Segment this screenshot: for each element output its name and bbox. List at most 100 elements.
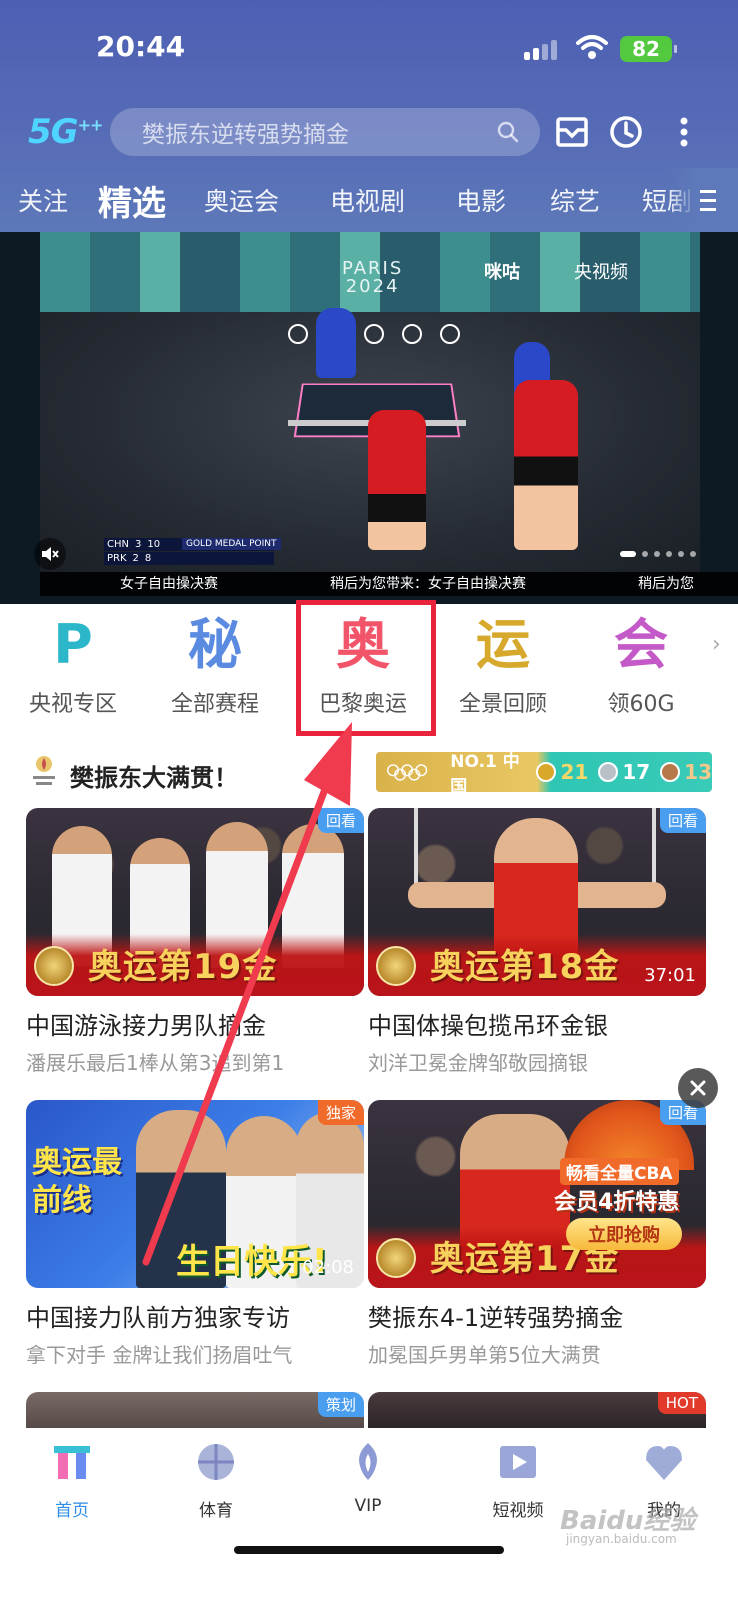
mute-button[interactable]: [34, 538, 66, 570]
search-placeholder: 樊振东逆转强势摘金: [142, 122, 349, 148]
video-thumbnail[interactable]: 奥运第19金 回看: [26, 808, 364, 996]
gold-count: 21: [560, 760, 589, 784]
ring-strap: [652, 808, 656, 888]
gold-medal-point-label: GOLD MEDAL POINT: [182, 538, 281, 550]
status-time: 20:44: [96, 30, 186, 63]
card-subtitle: 刘洋卫冕金牌邹敬园摘银: [368, 1051, 588, 1075]
vip-icon: [359, 1443, 377, 1480]
quicknav-label: 全景回顾: [458, 692, 547, 717]
search-bar[interactable]: 樊振东逆转强势摘金: [110, 108, 540, 156]
baidu-watermark-url: jingyan.baidu.com: [566, 1532, 677, 1546]
quicknav-label: 全部赛程: [170, 692, 259, 717]
quicknav-all-schedule[interactable]: 秘 全部赛程: [150, 614, 280, 718]
tab-following[interactable]: 关注: [18, 182, 68, 218]
silver-medal-count: 17: [598, 760, 650, 784]
promo-mid: 会员4折特惠: [554, 1190, 680, 1215]
olympic-rings-icon: [288, 324, 460, 344]
tab-vip[interactable]: VIP: [308, 1440, 428, 1516]
hero-video-banner[interactable]: PARIS 2024 咪咕 央视频 CHN 3 10 PRK 2 8 GOLD MEDAL…: [0, 232, 738, 604]
inbox-icon[interactable]: [552, 112, 592, 152]
olympic-rings-icon: [387, 764, 428, 781]
bronze-count: 13: [684, 760, 712, 784]
category-tabs: 关注 精选 奥运会 电视剧 电影 综艺 短剧: [0, 168, 738, 232]
battery-level: 82: [632, 37, 660, 61]
5g-logo[interactable]: 5G++: [28, 112, 103, 152]
point-score: 10: [147, 539, 161, 550]
video-card-planned[interactable]: 策划: [26, 1392, 364, 1428]
schedule-icon: 秘: [188, 613, 242, 676]
tab-label: 体育: [199, 1501, 233, 1521]
cellular-signal-icon: [524, 40, 560, 60]
chevron-right-icon[interactable]: ›: [712, 632, 721, 657]
card-title: 中国游泳接力男队摘金: [26, 1012, 266, 1040]
card-subtitle: 加冕国乒男单第5位大满贯: [368, 1343, 601, 1367]
medal-table-banner[interactable]: NO.1 中国 21 17 13: [376, 752, 712, 797]
gold-medal-icon: [536, 762, 557, 782]
annotation-highlight-box: [296, 600, 436, 736]
score-row: PRK 2 8: [104, 552, 274, 565]
player-red-2: [514, 380, 578, 550]
set-score: 3: [134, 539, 142, 550]
video-card-relay-interview[interactable]: 奥运最前线 生日快乐! 02:08 独家 中国接力队前方独家专访 拿下对手 金牌…: [26, 1100, 364, 1368]
tab-tv-series[interactable]: 电视剧: [330, 182, 405, 218]
tabs-more-button[interactable]: [668, 168, 738, 232]
promo-top: 畅看全量CBA: [560, 1158, 679, 1185]
5g-logo-text: 5G: [28, 112, 79, 152]
hot-badge: HOT: [657, 1392, 706, 1414]
tab-home[interactable]: 首页: [12, 1440, 132, 1521]
sports-icon: [198, 1444, 234, 1480]
quicknav-label: 领60G: [607, 692, 675, 717]
silver-medal-icon: [598, 762, 619, 782]
tab-featured[interactable]: 精选: [98, 176, 166, 225]
exclusive-badge: 独家: [317, 1100, 364, 1125]
promo-buy-button[interactable]: 立即抢购: [566, 1218, 682, 1250]
player-blue-1: [316, 308, 356, 378]
medal-rank: NO.1 中国: [450, 752, 520, 797]
video-duration: 02:08: [302, 1257, 354, 1278]
card-title: 中国体操包揽吊环金银: [368, 1012, 608, 1040]
silver-count: 17: [622, 760, 651, 784]
video-duration: 37:01: [644, 965, 696, 986]
video-thumbnail[interactable]: 奥运最前线 生日快乐! 02:08 独家: [26, 1100, 364, 1288]
team-name: CHN: [107, 539, 129, 550]
tab-sports[interactable]: 体育: [156, 1440, 276, 1521]
video-card-swim-relay[interactable]: 奥运第19金 回看 中国游泳接力男队摘金 潘展乐最后1棒从第3追到第1: [26, 808, 364, 1076]
speaker-muted-icon: [42, 547, 59, 561]
tab-olympics[interactable]: 奥运会: [204, 182, 279, 218]
paris-year: 2024: [345, 276, 400, 297]
search-icon: [497, 121, 519, 143]
video-card-hot[interactable]: HOT: [368, 1392, 706, 1428]
home-indicator[interactable]: [234, 1546, 504, 1554]
video-thumbnail[interactable]: 奥运第18金 37:01 回看: [368, 808, 706, 996]
short-video-icon: [500, 1446, 536, 1478]
video-card-fan-zhendong[interactable]: 奥运第17金 畅看全量CBA 会员4折特惠 立即抢购 回看 樊振东4-1逆转强势…: [368, 1100, 706, 1368]
bronze-medal-icon: [660, 762, 681, 782]
quicknav-cctv-zone[interactable]: P 央视专区: [8, 614, 138, 718]
video-card-gymnastics-rings[interactable]: 奥运第18金 37:01 回看 中国体操包揽吊环金银 刘洋卫冕金牌邹敬园摘银: [368, 808, 706, 1076]
ticker-right: 稍后为您: [638, 576, 694, 592]
card-subtitle: 潘展乐最后1棒从第3追到第1: [26, 1051, 285, 1075]
overlay-text: 奥运第19金: [88, 947, 278, 987]
overlay-text: 奥运第18金: [430, 947, 620, 987]
quicknav-claim-60g[interactable]: 会 领60G: [576, 614, 706, 718]
ticker-left: 女子自由操决赛: [120, 576, 218, 592]
video-thumbnail[interactable]: 奥运第17金 畅看全量CBA 会员4折特惠 立即抢购 回看: [368, 1100, 706, 1288]
gold-medal-icon: [376, 946, 416, 986]
tab-movies[interactable]: 电影: [456, 182, 506, 218]
video-thumbnail[interactable]: 策划: [26, 1392, 364, 1428]
close-promo-button[interactable]: [678, 1068, 718, 1108]
video-thumbnail[interactable]: HOT: [368, 1392, 706, 1428]
set-score: 2: [132, 553, 139, 564]
history-clock-icon[interactable]: [606, 112, 646, 152]
cctv-watermark: 央视频: [574, 262, 628, 283]
battery-indicator: 82: [620, 36, 677, 62]
wifi-icon: [576, 35, 608, 59]
quicknav-panorama-review[interactable]: 运 全景回顾: [438, 614, 568, 718]
team-name: PRK: [107, 553, 127, 564]
more-menu-icon[interactable]: [664, 112, 704, 152]
tab-variety[interactable]: 综艺: [550, 182, 600, 218]
cctv-zone-icon: P: [53, 613, 93, 676]
news-ticker: 女子自由操决赛 稍后为您带来：女子自由操决赛 稍后为您: [40, 572, 738, 596]
quicknav-label: 央视专区: [28, 692, 117, 717]
ticker-mid: 稍后为您带来：女子自由操决赛: [330, 576, 526, 592]
